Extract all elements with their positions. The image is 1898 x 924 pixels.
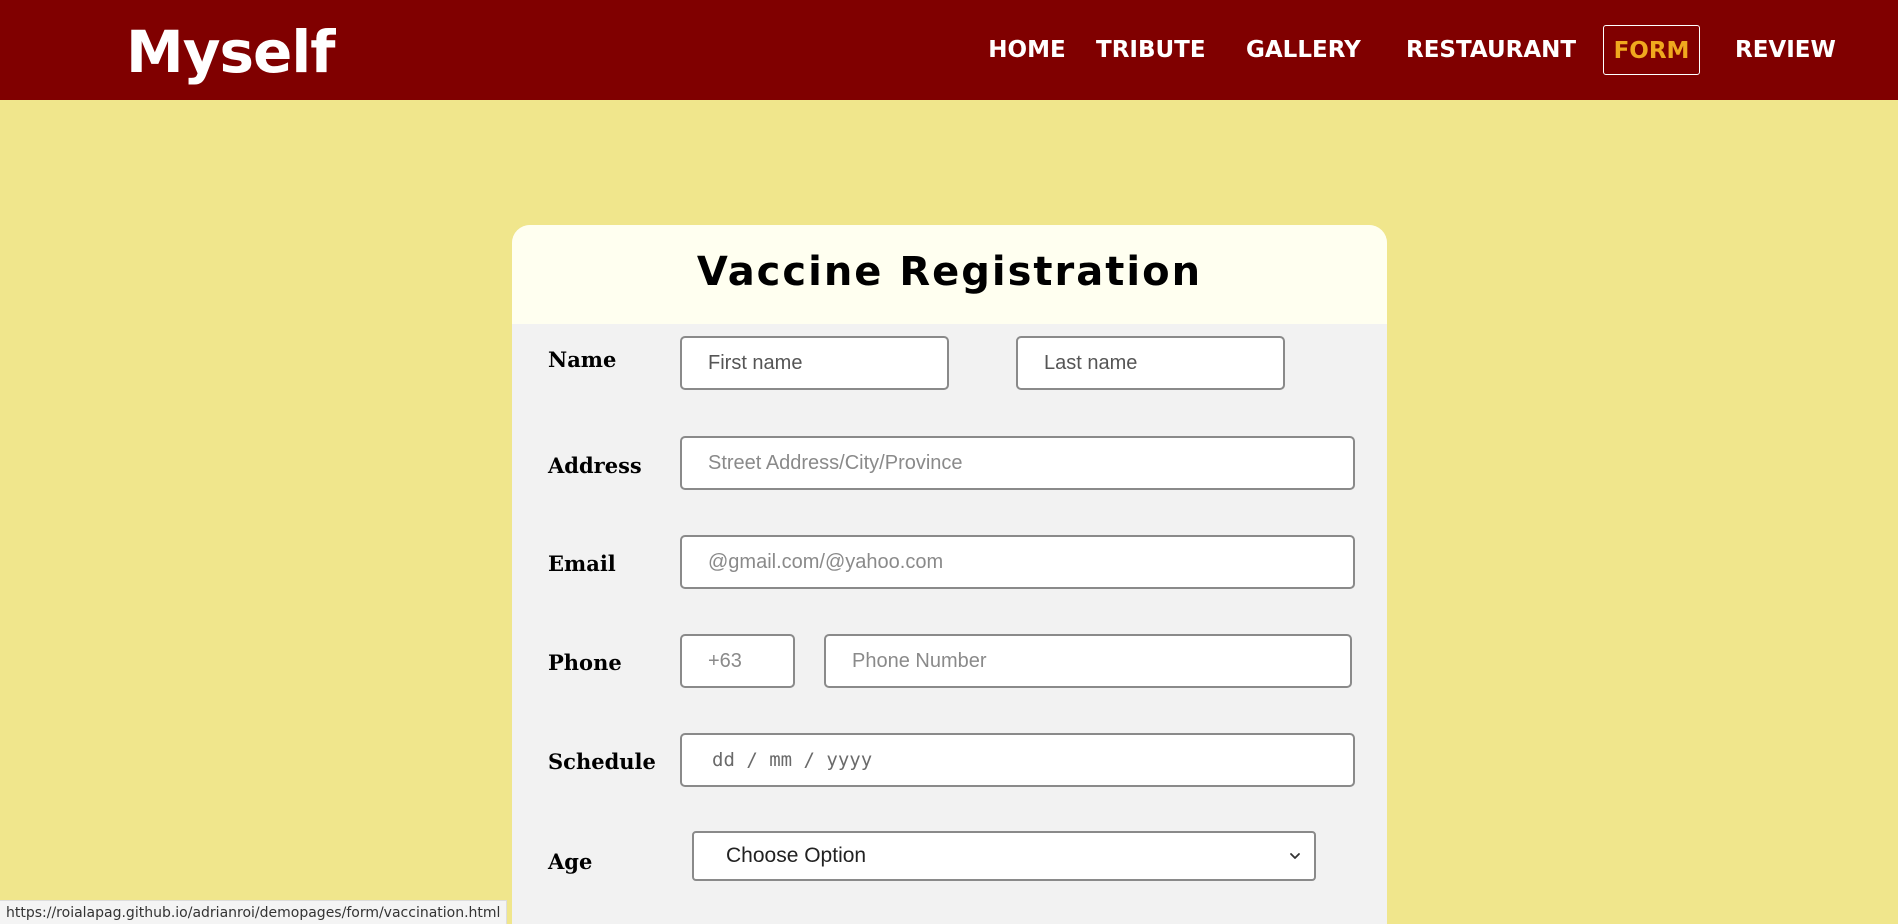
nav-gallery[interactable]: GALLERY xyxy=(1246,25,1361,75)
nav-restaurant[interactable]: RESTAURANT xyxy=(1406,25,1576,75)
schedule-label: Schedule xyxy=(548,749,656,774)
date-placeholder: dd / mm / yyyy xyxy=(712,749,873,771)
site-logo[interactable]: Myself xyxy=(126,12,335,92)
email-label: Email xyxy=(548,551,616,576)
phone-number-input[interactable] xyxy=(824,634,1352,688)
registration-form-card: Vaccine Registration Name Address Email … xyxy=(512,225,1387,924)
top-navbar: Myself HOME TRIBUTE GALLERY RESTAURANT F… xyxy=(0,0,1898,100)
email-input[interactable] xyxy=(680,535,1355,589)
phone-country-code-input[interactable] xyxy=(680,634,795,688)
nav-form[interactable]: FORM xyxy=(1603,25,1700,75)
status-bar-url: https://roialapag.github.io/adrianroi/de… xyxy=(0,900,508,924)
age-label: Age xyxy=(548,849,593,874)
first-name-input[interactable] xyxy=(680,336,949,390)
age-select-value: Choose Option xyxy=(726,844,867,867)
last-name-input[interactable] xyxy=(1016,336,1285,390)
phone-label: Phone xyxy=(548,650,622,675)
nav-home[interactable]: HOME xyxy=(974,25,1080,75)
name-label: Name xyxy=(548,347,617,372)
form-title: Vaccine Registration xyxy=(696,249,1203,295)
nav-review[interactable]: REVIEW xyxy=(1735,25,1836,75)
chevron-down-icon xyxy=(1290,853,1300,859)
form-header: Vaccine Registration xyxy=(512,225,1387,324)
schedule-date-input[interactable]: dd / mm / yyyy xyxy=(680,733,1355,787)
address-label: Address xyxy=(548,453,642,478)
address-input[interactable] xyxy=(680,436,1355,490)
nav-tribute[interactable]: TRIBUTE xyxy=(1096,25,1206,75)
age-select[interactable]: Choose Option xyxy=(692,831,1316,881)
